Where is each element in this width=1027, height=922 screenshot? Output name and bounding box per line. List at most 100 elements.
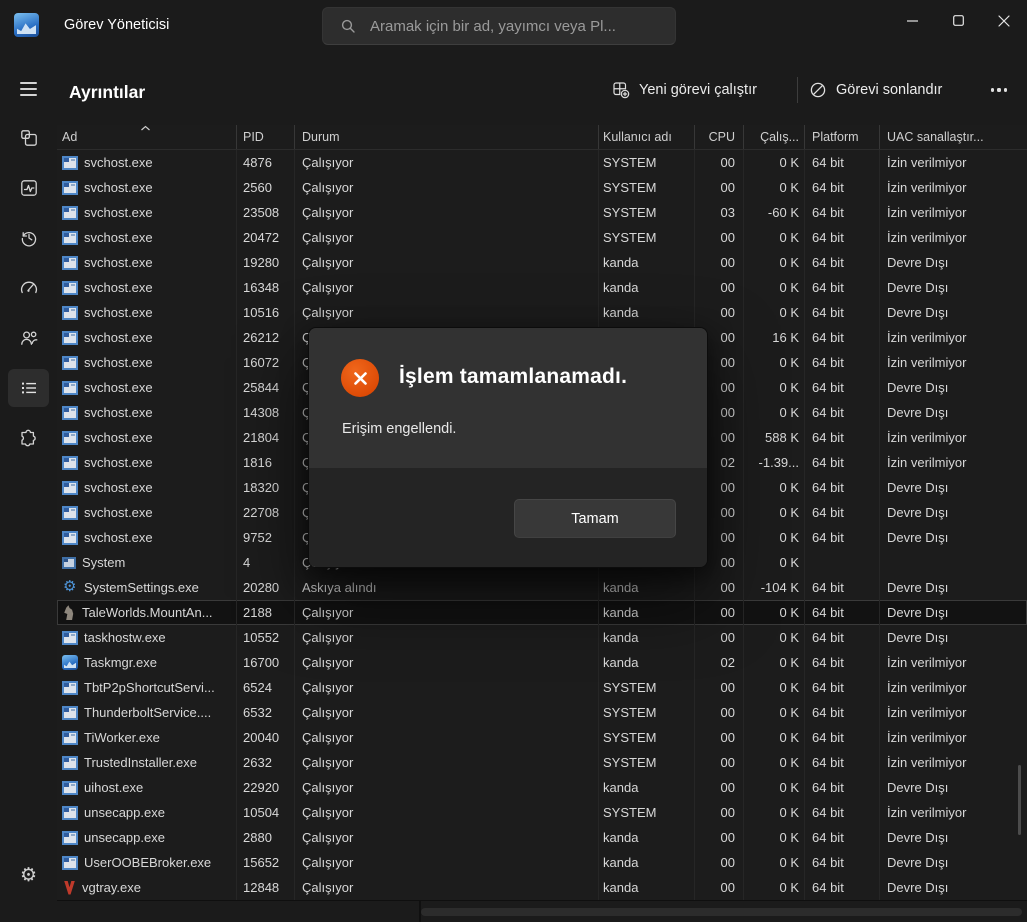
process-platform: 64 bit — [805, 525, 880, 550]
sort-ascending-icon — [141, 125, 150, 131]
table-row[interactable]: unsecapp.exe 10504 Çalışıyor SYSTEM 00 0… — [57, 800, 1027, 825]
sidebar-item-users[interactable] — [8, 319, 49, 357]
process-icon — [62, 530, 78, 545]
process-platform: 64 bit — [805, 275, 880, 300]
process-pid: 20472 — [237, 225, 295, 250]
sidebar-item-performance[interactable] — [8, 169, 49, 207]
process-platform: 64 bit — [805, 650, 880, 675]
column-header-memory[interactable]: Çalış... — [744, 125, 805, 149]
process-memory: -1.39... — [744, 450, 805, 475]
process-name: unsecapp.exe — [84, 805, 165, 820]
table-row[interactable]: svchost.exe 19280 Çalışıyor kanda 00 0 K… — [57, 250, 1027, 275]
table-row[interactable]: svchost.exe 10516 Çalışıyor kanda 00 0 K… — [57, 300, 1027, 325]
search-input[interactable] — [368, 16, 675, 36]
process-memory: 0 K — [744, 850, 805, 875]
close-button[interactable] — [981, 0, 1027, 41]
process-user: kanda — [599, 850, 695, 875]
table-row[interactable]: Taskmgr.exe 16700 Çalışıyor kanda 02 0 K… — [57, 650, 1027, 675]
process-icon — [62, 305, 78, 320]
table-row[interactable]: svchost.exe 20472 Çalışıyor SYSTEM 00 0 … — [57, 225, 1027, 250]
sidebar-item-services[interactable] — [8, 419, 49, 457]
process-icon — [62, 230, 78, 245]
header-separator — [797, 77, 798, 103]
performance-icon — [20, 180, 37, 196]
table-row[interactable]: svchost.exe 4876 Çalışıyor SYSTEM 00 0 K… — [57, 150, 1027, 175]
process-pid: 15652 — [237, 850, 295, 875]
process-uac: Devre Dışı — [887, 880, 949, 895]
process-memory: 0 K — [744, 175, 805, 200]
process-pid: 9752 — [237, 525, 295, 550]
table-row[interactable]: svchost.exe 16348 Çalışıyor kanda 00 0 K… — [57, 275, 1027, 300]
sidebar-item-app-history[interactable] — [8, 219, 49, 257]
process-memory: 0 K — [744, 500, 805, 525]
table-row[interactable]: taskhostw.exe 10552 Çalışıyor kanda 00 0… — [57, 625, 1027, 650]
process-platform: 64 bit — [805, 300, 880, 325]
ok-button[interactable]: Tamam — [514, 499, 676, 538]
process-pid: 19280 — [237, 250, 295, 275]
process-status: Çalışıyor — [295, 275, 599, 300]
column-header-user[interactable]: Kullanıcı adı — [599, 125, 695, 149]
table-row[interactable]: svchost.exe 2560 Çalışıyor SYSTEM 00 0 K… — [57, 175, 1027, 200]
table-row[interactable]: SystemSettings.exe 20280 Askıya alındı k… — [57, 575, 1027, 600]
minimize-button[interactable] — [889, 0, 935, 41]
menu-button[interactable] — [8, 70, 49, 108]
table-row[interactable]: unsecapp.exe 2880 Çalışıyor kanda 00 0 K… — [57, 825, 1027, 850]
process-status: Çalışıyor — [295, 200, 599, 225]
process-platform: 64 bit — [805, 875, 880, 900]
table-row[interactable]: TbtP2pShortcutServi... 6524 Çalışıyor SY… — [57, 675, 1027, 700]
process-icon — [62, 580, 78, 595]
table-row[interactable]: ThunderboltService.... 6532 Çalışıyor SY… — [57, 700, 1027, 725]
column-header-platform[interactable]: Platform — [805, 125, 880, 149]
sidebar-item-details[interactable] — [8, 369, 49, 407]
sidebar-item-processes[interactable] — [8, 119, 49, 157]
table-row[interactable]: TrustedInstaller.exe 2632 Çalışıyor SYST… — [57, 750, 1027, 775]
process-uac: İzin verilmiyor — [887, 755, 967, 770]
end-task-button[interactable]: Görevi sonlandır — [809, 70, 942, 110]
process-uac: İzin verilmiyor — [887, 230, 967, 245]
process-memory: 0 K — [744, 375, 805, 400]
process-name: TaleWorlds.MountAn... — [82, 605, 213, 620]
column-header-pid[interactable]: PID — [237, 125, 295, 149]
table-row[interactable]: vgtray.exe 12848 Çalışıyor kanda 00 0 K … — [57, 875, 1027, 900]
table-row[interactable]: TaleWorlds.MountAn... 2188 Çalışıyor kan… — [57, 600, 1027, 625]
process-platform: 64 bit — [805, 675, 880, 700]
table-row[interactable]: svchost.exe 23508 Çalışıyor SYSTEM 03 -6… — [57, 200, 1027, 225]
settings-button[interactable]: ⚙ — [8, 856, 49, 894]
table-row[interactable]: TiWorker.exe 20040 Çalışıyor SYSTEM 00 0… — [57, 725, 1027, 750]
sidebar-item-startup-apps[interactable] — [8, 269, 49, 307]
close-icon — [998, 14, 1010, 27]
search-box[interactable] — [322, 7, 676, 45]
process-user: kanda — [599, 300, 695, 325]
horizontal-scrollbar[interactable] — [57, 900, 1027, 922]
horizontal-scrollbar-thumb[interactable] — [421, 908, 1022, 916]
column-header-cpu[interactable]: CPU — [695, 125, 744, 149]
page-title: Ayrıntılar — [69, 82, 146, 102]
dialog-title: İşlem tamamlanamadı. — [399, 365, 628, 388]
app-history-icon — [21, 232, 36, 247]
run-new-task-button[interactable]: Yeni görevi çalıştır — [612, 70, 757, 110]
process-memory: 0 K — [744, 625, 805, 650]
column-header-name[interactable]: Ad — [57, 125, 237, 149]
process-pid: 26212 — [237, 325, 295, 350]
process-cpu: 00 — [695, 275, 744, 300]
process-cpu: 00 — [695, 300, 744, 325]
process-platform: 64 bit — [805, 150, 880, 175]
process-pid: 23508 — [237, 200, 295, 225]
services-icon — [20, 429, 36, 447]
process-cpu: 00 — [695, 850, 744, 875]
column-header-uac[interactable]: UAC sanallaştır... — [880, 125, 1027, 149]
process-status: Çalışıyor — [295, 225, 599, 250]
maximize-icon — [952, 15, 964, 26]
maximize-button[interactable] — [935, 0, 981, 41]
more-options-button[interactable] — [977, 74, 1021, 106]
column-header-status[interactable]: Durum — [295, 125, 599, 149]
process-cpu: 00 — [695, 675, 744, 700]
vertical-scrollbar-thumb[interactable] — [1018, 765, 1021, 835]
process-platform: 64 bit — [805, 575, 880, 600]
table-row[interactable]: uihost.exe 22920 Çalışıyor kanda 00 0 K … — [57, 775, 1027, 800]
process-icon — [62, 205, 78, 220]
process-cpu: 00 — [695, 750, 744, 775]
process-uac: İzin verilmiyor — [887, 705, 967, 720]
table-row[interactable]: UserOOBEBroker.exe 15652 Çalışıyor kanda… — [57, 850, 1027, 875]
dialog-button-area: Tamam — [309, 468, 707, 567]
